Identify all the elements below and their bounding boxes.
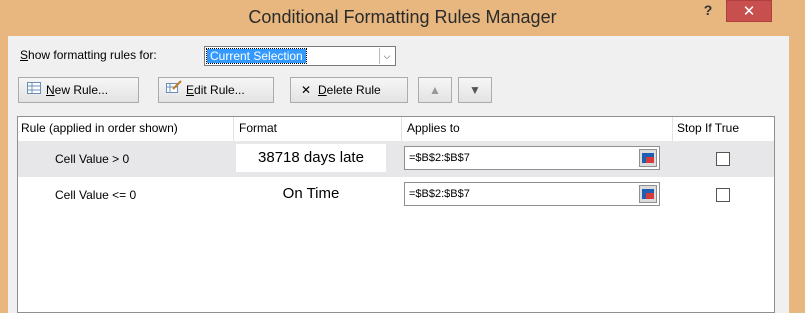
window-title: Conditional Formatting Rules Manager <box>248 7 557 27</box>
new-rule-icon <box>25 78 43 102</box>
edit-rule-icon <box>165 78 183 102</box>
column-header-format[interactable]: Format <box>239 121 277 135</box>
close-button[interactable]: ✕ <box>726 0 772 22</box>
title-bar: Conditional Formatting Rules Manager ? ✕ <box>0 0 805 36</box>
applies-to-field[interactable]: =$B$2:$B$7 <box>404 182 660 206</box>
rules-table: Rule (applied in order shown) Format App… <box>17 116 775 313</box>
arrow-up-icon: ▲ <box>429 83 441 97</box>
stop-if-true-checkbox[interactable] <box>716 152 730 166</box>
dropdown-selected-value: Current Selection <box>206 48 307 64</box>
show-rules-label: Show formatting rules for: <box>20 48 157 62</box>
delete-icon: ✕ <box>300 83 312 97</box>
chevron-down-icon[interactable]: ⌵ <box>379 48 394 64</box>
column-divider[interactable] <box>672 117 673 141</box>
delete-rule-button[interactable]: ✕ Delete Rule <box>290 77 408 103</box>
move-up-button[interactable]: ▲ <box>418 77 452 103</box>
column-header-applies-to[interactable]: Applies to <box>407 121 460 135</box>
range-selector-icon[interactable] <box>639 185 657 203</box>
dialog-body: Show formatting rules for: Current Selec… <box>8 36 789 313</box>
arrow-down-icon: ▼ <box>469 83 481 97</box>
move-down-button[interactable]: ▼ <box>458 77 492 103</box>
column-divider[interactable] <box>401 117 402 141</box>
rule-row[interactable]: Cell Value > 0 38718 days late =$B$2:$B$… <box>18 141 774 177</box>
applies-to-value[interactable]: =$B$2:$B$7 <box>409 152 470 164</box>
help-button[interactable]: ? <box>697 2 719 24</box>
stop-if-true-checkbox[interactable] <box>716 188 730 202</box>
rule-row[interactable]: Cell Value <= 0 On Time =$B$2:$B$7 <box>18 177 774 213</box>
applies-to-value[interactable]: =$B$2:$B$7 <box>409 188 470 200</box>
format-preview: On Time <box>236 180 386 208</box>
column-divider[interactable] <box>233 117 234 141</box>
column-header-rule[interactable]: Rule (applied in order shown) <box>21 121 178 135</box>
rule-condition: Cell Value > 0 <box>55 152 130 166</box>
format-preview: 38718 days late <box>236 144 386 172</box>
rule-condition: Cell Value <= 0 <box>55 188 137 202</box>
column-header-stop-if-true[interactable]: Stop If True <box>677 121 739 135</box>
new-rule-button[interactable]: New Rule... <box>18 77 139 103</box>
range-selector-icon[interactable] <box>639 149 657 167</box>
show-rules-dropdown[interactable]: Current Selection ⌵ <box>204 46 396 66</box>
edit-rule-button[interactable]: Edit Rule... <box>158 77 274 103</box>
applies-to-field[interactable]: =$B$2:$B$7 <box>404 146 660 170</box>
